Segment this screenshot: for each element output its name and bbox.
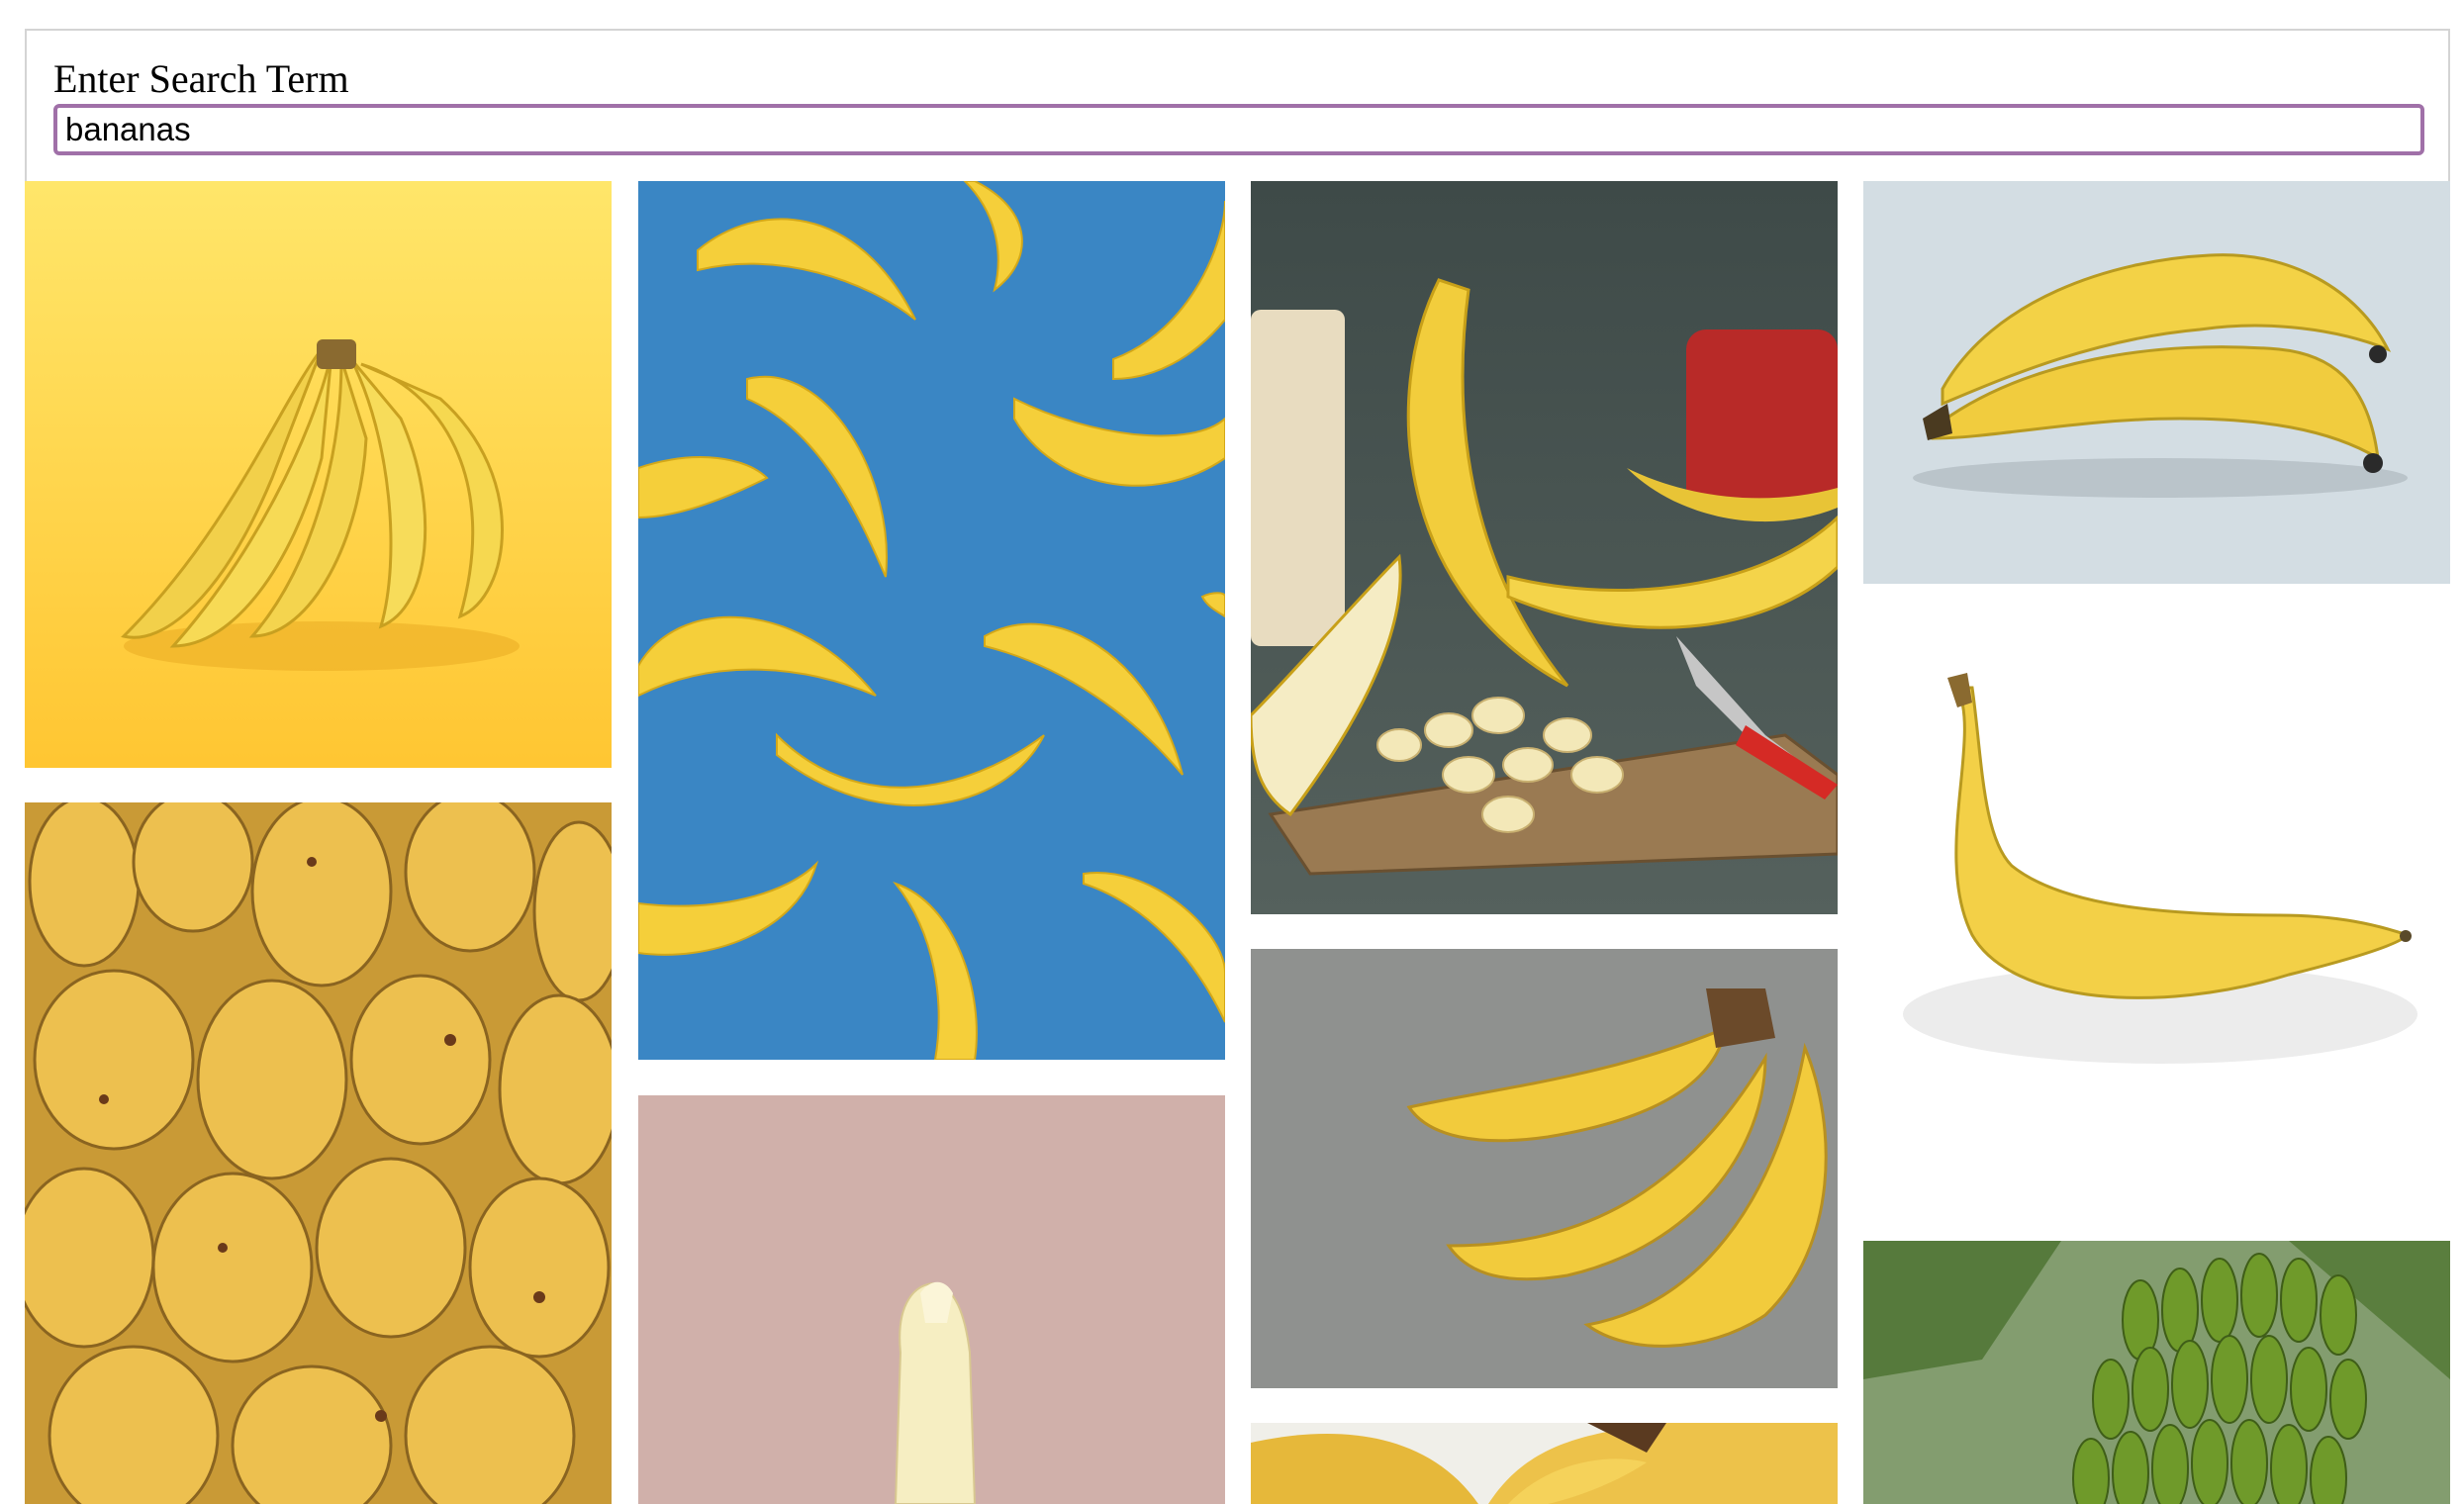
image-tile-green-bananas-tree[interactable] [1863, 1241, 2450, 1504]
search-section: Enter Search Term [25, 29, 2450, 182]
image-tile-two-bananas-gray[interactable] [1863, 181, 2450, 584]
image-tile-peeled-banana-pink[interactable] [638, 1095, 1225, 1504]
image-gallery [25, 181, 2450, 1504]
image-tile-banana-bunch-yellow[interactable] [25, 181, 612, 768]
image-tile-bananas-cutting-board[interactable] [1251, 181, 1838, 914]
image-tile-banana-bunches-closeup[interactable] [25, 802, 612, 1504]
image-tile-scattered-bananas-blue[interactable] [638, 181, 1225, 1060]
image-tile-banana-bunch-gray[interactable] [1251, 949, 1838, 1388]
search-label: Enter Search Term [53, 56, 349, 101]
image-tile-bananas-partial[interactable] [1251, 1423, 1838, 1504]
search-input[interactable] [53, 104, 2424, 155]
image-tile-single-banana-white[interactable] [1863, 618, 2450, 1238]
